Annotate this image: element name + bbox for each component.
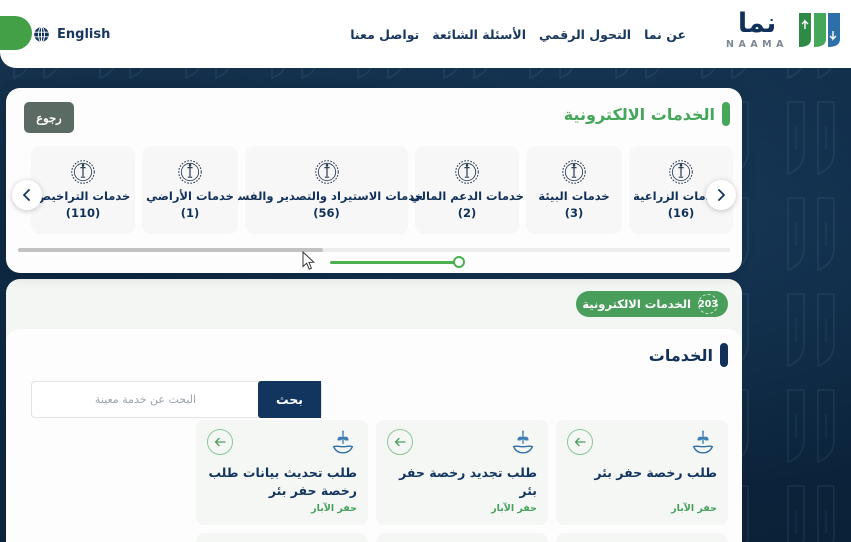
nav-about[interactable]: عن نما (644, 27, 686, 42)
services-inner-card: الخدمات بحث (6, 329, 742, 542)
section-accent-bar (720, 343, 728, 367)
hand-plant-icon (512, 430, 534, 454)
carousel-prev-button[interactable] (12, 180, 42, 210)
service-card[interactable] (196, 533, 368, 542)
emblem-icon (71, 160, 95, 185)
naama-logo-mark (799, 13, 840, 47)
category-label: خدمات الأراضي (146, 189, 234, 204)
service-card[interactable]: طلب تحديث بيانات طلب رخصة حفر بئر حفر ال… (196, 420, 368, 525)
nav-faq[interactable]: الأسئلة الشائعة (432, 27, 526, 42)
slider-track (330, 261, 460, 264)
badge-label: الخدمات الالكترونية (582, 297, 691, 311)
zoom-range-slider[interactable] (330, 255, 465, 269)
service-card[interactable]: طلب استيراد اسمدة ومخصبات زراعية خدمات ا… (556, 533, 728, 542)
login-pill-button[interactable]: تس (0, 16, 32, 50)
carousel-next-button[interactable] (706, 180, 736, 210)
back-button[interactable]: رجوع (24, 102, 74, 133)
category-carousel-strip[interactable]: الخدمات الزراعية (16) خدمات البيئة (3) خ… (15, 146, 733, 234)
top-header-bar: نما NAAMA عن نما التحول الرقمي الأسئلة ا… (0, 0, 851, 68)
category-card-financial-support[interactable]: خدمات الدعم المالي (2) (410, 146, 524, 234)
services-section-header: الخدمات (649, 343, 728, 367)
search-box: بحث (31, 381, 322, 418)
category-count: (56) (313, 205, 340, 220)
arrow-left-icon (574, 437, 586, 447)
hand-plant-icon (692, 430, 714, 454)
emblem-icon (314, 160, 339, 185)
service-card[interactable]: طلب تجديد رخصة حفر بئر حفر الآبار (376, 420, 548, 525)
services-section-title: الخدمات (648, 345, 713, 365)
search-input[interactable] (32, 382, 259, 417)
emblem-icon (669, 160, 693, 185)
main-navigation: عن نما التحول الرقمي الأسئلة الشائعة توا… (350, 27, 686, 42)
category-card-import-export[interactable]: خدمات الاستيراد والتصدير والفسح (56) (230, 146, 423, 234)
chevron-right-icon (718, 189, 725, 201)
carousel-scrollbar-track[interactable] (18, 248, 730, 252)
category-count: (110) (65, 205, 101, 220)
service-go-button[interactable] (387, 429, 413, 455)
arrow-left-icon (394, 437, 406, 447)
nav-contact[interactable]: تواصل معنا (350, 27, 419, 42)
category-label: خدمات الاستيراد والتصدير والفسح (229, 189, 424, 204)
service-card[interactable]: طلب رخصة حفر بئر حفر الآبار (556, 420, 728, 525)
service-go-button[interactable] (567, 429, 593, 455)
category-card-licenses[interactable]: خدمات التراخيص (110) (31, 146, 135, 234)
badge-count: 203 (698, 294, 718, 314)
category-label: خدمات التراخيص (35, 189, 131, 204)
language-switcher[interactable]: English (33, 26, 110, 43)
service-title: طلب تحديث بيانات طلب رخصة حفر بئر (208, 465, 357, 498)
logo-arabic-text: نما (737, 8, 777, 40)
emblem-icon (455, 160, 479, 185)
eservices-carousel-panel: الخدمات الالكترونية رجوع الخدمات الزراعي… (6, 88, 742, 273)
category-label: خدمات البيئة (538, 189, 610, 204)
category-count: (3) (564, 205, 584, 220)
category-count: (1) (180, 205, 200, 220)
eservices-count-badge[interactable]: 203 الخدمات الالكترونية (576, 291, 728, 317)
services-panel: 203 الخدمات الالكترونية الخدمات بحث (6, 279, 742, 542)
services-grid: طلب رخصة حفر بئر حفر الآبار طلب تجديد رخ… (20, 420, 728, 542)
chevron-left-icon (23, 189, 30, 201)
service-category: حفر الآبار (671, 503, 717, 514)
eservices-section-title: الخدمات الالكترونية (563, 104, 715, 124)
service-title: طلب رخصة حفر بئر (594, 465, 717, 480)
carousel-scrollbar-thumb[interactable] (18, 248, 323, 252)
category-card-environment[interactable]: خدمات البيئة (3) (526, 146, 622, 234)
section-accent-bar (722, 102, 730, 126)
service-card[interactable] (376, 533, 548, 542)
logo-latin-text: NAAMA (726, 39, 788, 51)
emblem-icon (562, 160, 586, 185)
category-count: (2) (457, 205, 477, 220)
search-button[interactable]: بحث (258, 381, 321, 418)
hand-plant-icon (332, 430, 354, 454)
nav-digital-transformation[interactable]: التحول الرقمي (539, 27, 631, 42)
service-title: طلب تجديد رخصة حفر بئر (399, 465, 537, 498)
arrow-left-icon (214, 437, 226, 447)
slider-handle[interactable] (453, 256, 465, 268)
category-card-lands[interactable]: خدمات الأراضي (1) (142, 146, 238, 234)
category-label: خدمات الدعم المالي (410, 189, 524, 204)
site-logo[interactable]: نما NAAMA (726, 9, 841, 51)
category-count: (16) (667, 205, 695, 220)
service-go-button[interactable] (207, 429, 233, 455)
language-label: English (57, 27, 111, 42)
emblem-icon (178, 160, 202, 185)
eservices-section-header: الخدمات الالكترونية (564, 102, 730, 126)
service-category: حفر الآبار (311, 503, 357, 514)
globe-icon (34, 26, 49, 43)
service-category: حفر الآبار (491, 503, 537, 514)
